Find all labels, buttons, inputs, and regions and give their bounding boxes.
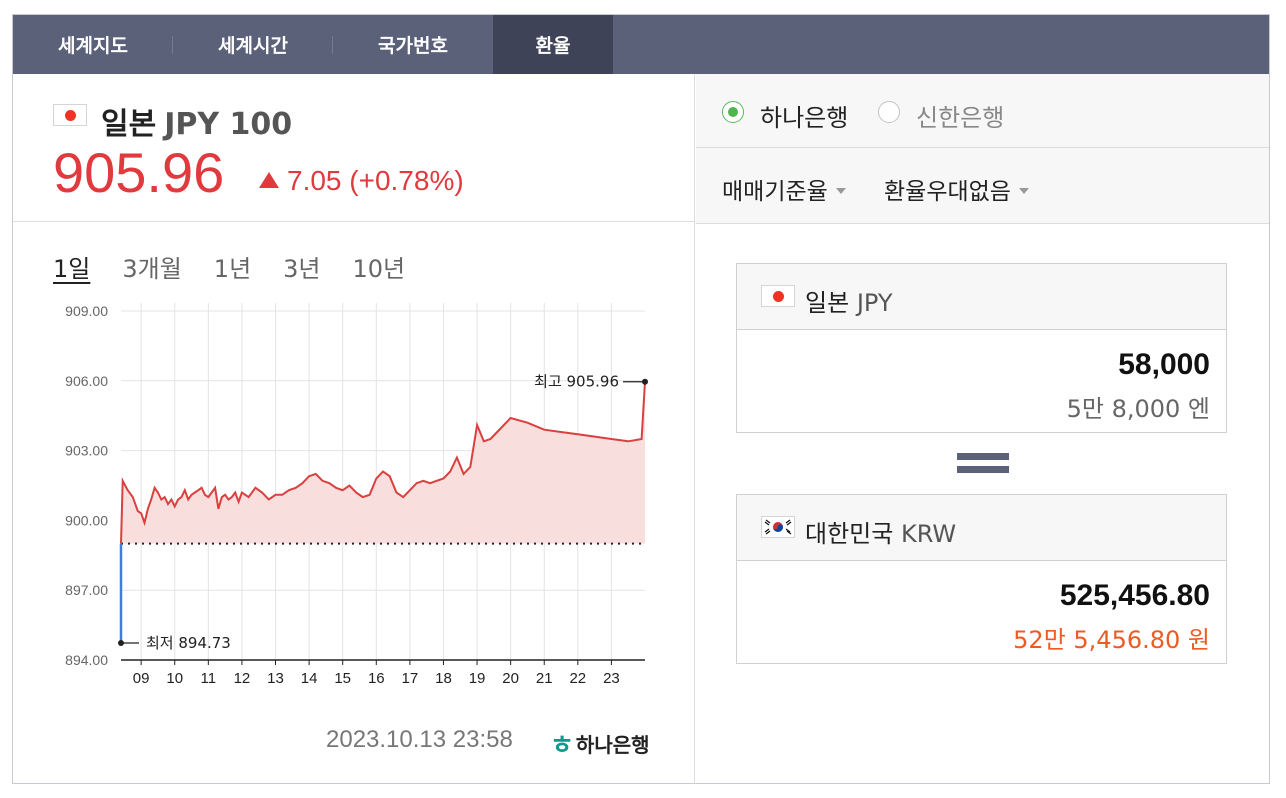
- x-tick-label: 17: [402, 670, 419, 687]
- up-triangle-icon: [259, 172, 279, 188]
- x-tick-label: 16: [368, 670, 385, 687]
- country-name: 일본: [101, 107, 157, 142]
- rate-header: 일본 JPY 100 905.96 7.05 (+0.78%): [13, 74, 695, 222]
- x-tick-label: 15: [334, 670, 351, 687]
- y-tick-label: 894.00: [65, 652, 108, 668]
- y-tick-label: 909.00: [65, 303, 108, 319]
- rate-type-value: 매매기준율: [722, 179, 828, 205]
- y-tick-label: 906.00: [65, 373, 108, 389]
- equals-icon: [957, 453, 1009, 479]
- korea-flag-icon: [761, 516, 795, 538]
- radio-shinhan-bank[interactable]: [878, 101, 900, 123]
- radio-label-hana[interactable]: 하나은행: [760, 98, 848, 133]
- period-3years[interactable]: 3년: [283, 249, 320, 284]
- chevron-down-icon: [835, 188, 846, 194]
- x-tick-label: 14: [301, 670, 318, 687]
- exchange-rate-widget: 세계지도 세계시간 국가번호 환율 일본 JPY 100 905.96 7.05 …: [12, 14, 1270, 784]
- to-currency-card: 대한민국 KRW 525,456.80 52만 5,456.80 원: [736, 494, 1227, 664]
- high-label: 최고 905.96: [534, 373, 619, 391]
- low-point: [118, 640, 124, 647]
- discount-dropdown[interactable]: 환율우대없음: [884, 172, 1029, 206]
- y-tick-label: 900.00: [65, 512, 108, 528]
- to-currency-header[interactable]: 대한민국 KRW: [737, 495, 1226, 561]
- period-selector: 1일 3개월 1년 3년 10년: [53, 249, 437, 284]
- period-10years[interactable]: 10년: [353, 249, 406, 284]
- chevron-down-icon: [1018, 188, 1029, 194]
- rate-panel: 일본 JPY 100 905.96 7.05 (+0.78%) 1일 3개월 1년…: [13, 74, 695, 784]
- radio-hana-bank[interactable]: [722, 101, 744, 123]
- from-amount: 58,000: [1118, 348, 1210, 381]
- hana-bank-logo: ㅎ 하나은행: [550, 725, 650, 762]
- y-tick-label: 897.00: [65, 582, 108, 598]
- period-1day[interactable]: 1일: [53, 249, 90, 284]
- x-tick-label: 11: [201, 670, 217, 687]
- currency-title: 일본 JPY 100: [101, 99, 292, 143]
- x-tick-label: 09: [133, 670, 150, 687]
- hana-logo-text: 하나은행: [575, 733, 650, 757]
- discount-value: 환율우대없음: [884, 179, 1011, 205]
- from-currency-card: 일본 JPY 58,000 5만 8,000 엔: [736, 263, 1227, 433]
- to-amount: 525,456.80: [1059, 579, 1210, 612]
- converter-panel: 하나은행 신한은행 매매기준율 환율우대없음 일본 JPY 58,000 5만 …: [696, 74, 1269, 784]
- radio-label-shinhan[interactable]: 신한은행: [916, 98, 1004, 133]
- x-tick-label: 22: [569, 670, 586, 687]
- japan-flag-icon: [761, 285, 795, 307]
- rate-chart-svg: 909.00 906.00 903.00 900.00 897.00 894.00 09 10…: [65, 303, 648, 687]
- tab-world-map[interactable]: 세계지도: [13, 15, 173, 74]
- from-amount-korean: 5만 8,000 엔: [1066, 395, 1210, 423]
- x-tick-label: 18: [435, 670, 452, 687]
- x-tick-label: 19: [469, 670, 486, 687]
- to-amount-field[interactable]: 525,456.80 52만 5,456.80 원: [737, 561, 1226, 663]
- rate-change: 7.05 (+0.78%): [259, 165, 464, 197]
- to-amount-korean: 52만 5,456.80 원: [1013, 626, 1210, 654]
- from-currency-header[interactable]: 일본 JPY: [737, 264, 1226, 330]
- x-tick-label: 13: [267, 670, 284, 687]
- japan-flag-icon: [53, 104, 87, 126]
- x-tick-label: 23: [603, 670, 620, 687]
- current-rate: 905.96: [53, 141, 225, 204]
- currency-code: JPY 100: [164, 107, 293, 142]
- y-tick-label: 903.00: [65, 443, 108, 459]
- tab-exchange-rate[interactable]: 환율: [493, 15, 613, 74]
- rate-type-dropdown[interactable]: 매매기준율: [722, 172, 846, 206]
- bank-selector: 하나은행 신한은행: [696, 74, 1269, 148]
- area-fill: [121, 381, 645, 544]
- low-label: 최저 894.73: [146, 634, 231, 652]
- updated-datetime: 2023.10.13 23:58: [326, 726, 513, 753]
- tab-country-code[interactable]: 국가번호: [333, 15, 493, 74]
- rate-chart: 909.00 906.00 903.00 900.00 897.00 894.00 09 10…: [13, 294, 695, 714]
- to-currency-name: 대한민국 KRW: [805, 520, 957, 548]
- from-currency-name: 일본 JPY: [805, 289, 893, 317]
- tab-bar: 세계지도 세계시간 국가번호 환율: [13, 15, 1269, 74]
- hana-logo-icon: ㅎ: [550, 731, 574, 761]
- from-amount-field[interactable]: 58,000 5만 8,000 엔: [737, 330, 1226, 432]
- x-tick-label: 20: [502, 670, 519, 687]
- x-tick-label: 21: [536, 670, 553, 687]
- x-tick-label: 12: [234, 670, 251, 687]
- x-tick-label: 10: [166, 670, 183, 687]
- option-row: 매매기준율 환율우대없음: [696, 148, 1269, 224]
- high-point: [642, 378, 648, 385]
- rate-change-value: 7.05 (+0.78%): [287, 165, 464, 196]
- tab-world-time[interactable]: 세계시간: [173, 15, 333, 74]
- period-1year[interactable]: 1년: [214, 249, 251, 284]
- period-3months[interactable]: 3개월: [122, 249, 181, 284]
